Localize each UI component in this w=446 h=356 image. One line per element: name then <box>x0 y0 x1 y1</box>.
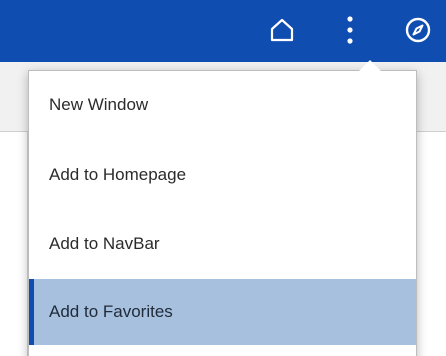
home-icon <box>270 18 294 42</box>
header-bar <box>0 0 446 62</box>
home-button[interactable] <box>262 10 302 50</box>
more-vertical-icon <box>347 16 353 44</box>
menu-item-add-to-homepage[interactable]: Add to Homepage <box>29 143 416 207</box>
navbar-button[interactable] <box>398 10 438 50</box>
actions-menu-button[interactable] <box>330 10 370 50</box>
menu-item-add-to-favorites[interactable]: Add to Favorites <box>29 279 416 345</box>
menu-item-new-window[interactable]: New Window <box>29 73 416 137</box>
app-page: New Window Add to Homepage Add to NavBar… <box>0 0 446 356</box>
actions-dropdown-menu: New Window Add to Homepage Add to NavBar… <box>28 60 417 356</box>
menu-pointer <box>359 60 381 71</box>
menu-item-add-to-navbar[interactable]: Add to NavBar <box>29 212 416 276</box>
page-content <box>0 132 28 356</box>
compass-icon <box>405 17 431 43</box>
